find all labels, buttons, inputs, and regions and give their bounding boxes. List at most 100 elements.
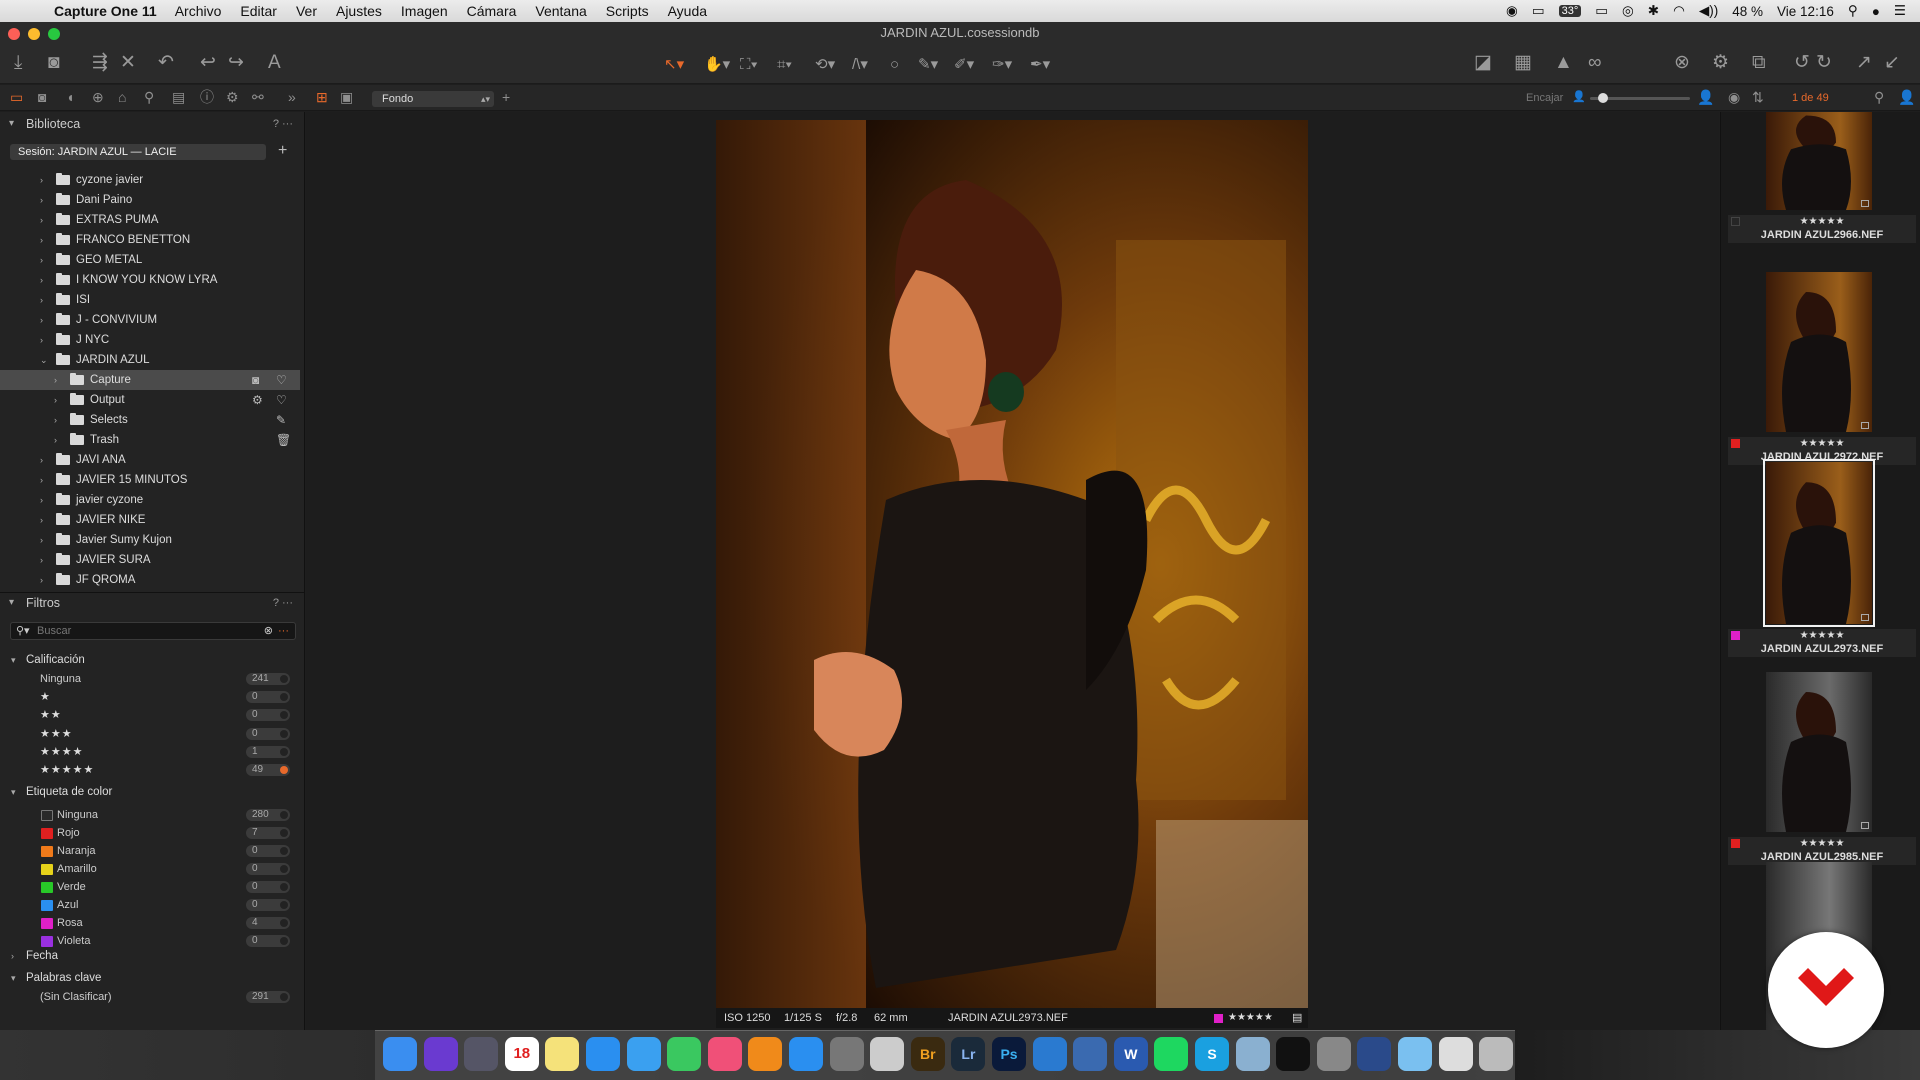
onepassword-icon[interactable] (1032, 1037, 1067, 1071)
add-session-icon[interactable]: + (278, 142, 287, 160)
menu-ventana[interactable]: Ventana (535, 3, 586, 19)
folder-javier-cyzone[interactable]: › javier cyzone (0, 490, 300, 510)
chevron-right-icon[interactable]: › (40, 270, 43, 290)
bluetooth-icon[interactable]: ✱ (1648, 3, 1659, 19)
keyword-filter-header[interactable]: ▾ Palabras clave (0, 969, 304, 987)
eraser-icon[interactable]: ✐▾ (954, 54, 974, 76)
notes-icon[interactable] (545, 1037, 580, 1071)
folder-output[interactable]: › Output ⚙ ♡ (0, 390, 300, 410)
chevron-right-icon[interactable]: › (40, 190, 43, 210)
browser-search-icon[interactable]: ⚲ (1874, 89, 1884, 105)
lightroom-icon[interactable]: Lr (951, 1037, 986, 1071)
camera-icon[interactable]: ◙ (48, 52, 59, 74)
folder-javier-sura[interactable]: › JAVIER SURA (0, 550, 300, 570)
folder-isi[interactable]: › ISI (0, 290, 300, 310)
quicktime-icon[interactable] (1357, 1037, 1392, 1071)
chevron-right-icon[interactable]: › (40, 530, 43, 550)
proof-glasses-icon[interactable]: ∞ (1588, 52, 1602, 74)
chevron-right-icon[interactable]: › (40, 550, 43, 570)
color-filter-row[interactable]: Amarillo 0 (0, 860, 300, 878)
chevron-right-icon[interactable]: › (40, 450, 43, 470)
trash-icon[interactable] (1479, 1037, 1514, 1071)
bridge-icon[interactable]: Br (910, 1037, 945, 1071)
browser-person-icon[interactable]: 👤 (1898, 89, 1915, 105)
viewer-color-tag[interactable] (1214, 1014, 1223, 1023)
output-folder-icon[interactable]: ⚙ (252, 390, 263, 410)
chevron-right-icon[interactable]: › (40, 330, 43, 350)
brush-icon[interactable]: ✎▾ (918, 54, 938, 76)
tab-exposure-icon[interactable]: ⌂ (118, 89, 126, 105)
tab-details-icon[interactable]: ⚲ (144, 89, 154, 105)
rating-filter-row[interactable]: ★★★★★ 49 (0, 761, 300, 779)
keynote-icon[interactable] (1073, 1037, 1108, 1071)
automator-icon[interactable] (1316, 1037, 1351, 1071)
chevron-right-icon[interactable]: › (54, 410, 57, 430)
siri-icon[interactable] (423, 1037, 458, 1071)
date-filter-header[interactable]: › Fecha (0, 947, 304, 965)
skype-icon[interactable]: S (1195, 1037, 1229, 1071)
thumbnail-color-tag[interactable] (1731, 439, 1740, 448)
battery-status-icon[interactable]: ▭ (1595, 3, 1608, 19)
redo-icon[interactable]: ↪ (228, 52, 244, 74)
thumbnail-color-tag[interactable] (1731, 839, 1740, 848)
sort-icon[interactable]: ⇅ (1752, 89, 1764, 105)
thumbnail-rating[interactable]: ★★★★★ (1728, 437, 1916, 450)
tab-capture-icon[interactable]: ◙ (38, 89, 46, 105)
thumbnail-stars[interactable]: ★★★★★ (1800, 630, 1845, 641)
rating-filter-row[interactable]: ★★★ 0 (0, 725, 300, 743)
cast-icon[interactable]: ◎ (1622, 3, 1634, 19)
chevron-right-icon[interactable]: › (54, 390, 57, 410)
main-photo[interactable] (716, 120, 1308, 1008)
rating-filter-row[interactable]: ★★ 0 (0, 706, 300, 724)
folder-jf-qroma[interactable]: › JF QROMA (0, 570, 300, 590)
color-filter-header[interactable]: ▾ Etiqueta de color (0, 783, 304, 801)
chevron-right-icon[interactable]: › (54, 430, 57, 450)
terminal-icon[interactable] (1276, 1037, 1311, 1071)
color-filter-row[interactable]: Rosa 4 (0, 914, 300, 932)
folder-j-convivium[interactable]: › J - CONVIVIUM (0, 310, 300, 330)
browser-thumbnail[interactable]: ★★★★★ JARDIN AZUL2985.NEF (1728, 662, 1916, 865)
warning-icon[interactable]: ▲ (1554, 52, 1573, 74)
picker-icon[interactable]: ✒▾ (1030, 54, 1050, 76)
app-menu[interactable]: Capture One 11 (54, 3, 157, 19)
selects-folder-icon[interactable]: ✎ (276, 410, 286, 430)
thumbnail-stars[interactable]: ★★★★★ (1800, 838, 1845, 849)
fit-label[interactable]: Encajar (1526, 92, 1563, 104)
tab-lens-icon[interactable]: ◖ (66, 89, 74, 105)
crop-icon[interactable]: ⌗▾ (777, 54, 792, 76)
filters-header[interactable]: ▾ Filtros ? ··· (0, 592, 304, 612)
rating-filter-header[interactable]: ▾ Calificación (0, 651, 304, 669)
folder-j-nyc[interactable]: › J NYC (0, 330, 300, 350)
itunes-icon[interactable] (707, 1037, 742, 1071)
folder-javier-sumy-kujon[interactable]: › Javier Sumy Kujon (0, 530, 300, 550)
notepad-icon[interactable] (870, 1037, 905, 1071)
notification-center-icon[interactable]: ☰ (1894, 3, 1906, 19)
chevron-right-icon[interactable]: › (54, 370, 57, 390)
rotate-left-icon[interactable]: ↺ (1794, 52, 1810, 74)
session-select[interactable]: Sesión: JARDIN AZUL — LACIE (10, 144, 266, 160)
folder-icon[interactable] (1398, 1037, 1432, 1071)
clock[interactable]: Vie 12:16 (1777, 4, 1834, 19)
text-tool-icon[interactable]: A (268, 52, 281, 74)
background-style-select[interactable]: Fondo ▴▾ (372, 91, 494, 107)
rating-filter-row[interactable]: Ninguna 241 (0, 670, 300, 688)
rotate-icon[interactable]: ⟲▾ (815, 54, 835, 76)
chevron-right-icon[interactable]: › (40, 230, 43, 250)
finder-icon[interactable] (383, 1037, 417, 1071)
messages-icon[interactable] (626, 1037, 661, 1071)
record-icon[interactable]: ◉ (1506, 3, 1518, 19)
select-cursor-icon[interactable]: ↖▾ (664, 54, 684, 76)
word-icon[interactable]: W (1113, 1037, 1148, 1071)
launchpad-icon[interactable] (464, 1037, 499, 1071)
folder-capture[interactable]: › Capture ◙ ♡ (0, 370, 300, 390)
tab-library-icon[interactable]: ▭ (10, 89, 23, 105)
grid-view-icon[interactable]: ⊞ (316, 89, 328, 105)
settings-gear-icon[interactable]: ⚙ (1712, 52, 1729, 74)
folder-franco-benetton[interactable]: › FRANCO BENETTON (0, 230, 300, 250)
clear-icon[interactable]: ⊗ (1674, 52, 1690, 74)
folder-javi-ana[interactable]: › JAVI ANA (0, 450, 300, 470)
tab-info-icon[interactable]: ⓘ (200, 89, 214, 105)
folder-javier-nike[interactable]: › JAVIER NIKE (0, 510, 300, 530)
favorite-icon[interactable]: ♡ (276, 370, 287, 390)
filter-search-input[interactable]: ⚲▾ Buscar ⊗ ··· (10, 622, 296, 640)
